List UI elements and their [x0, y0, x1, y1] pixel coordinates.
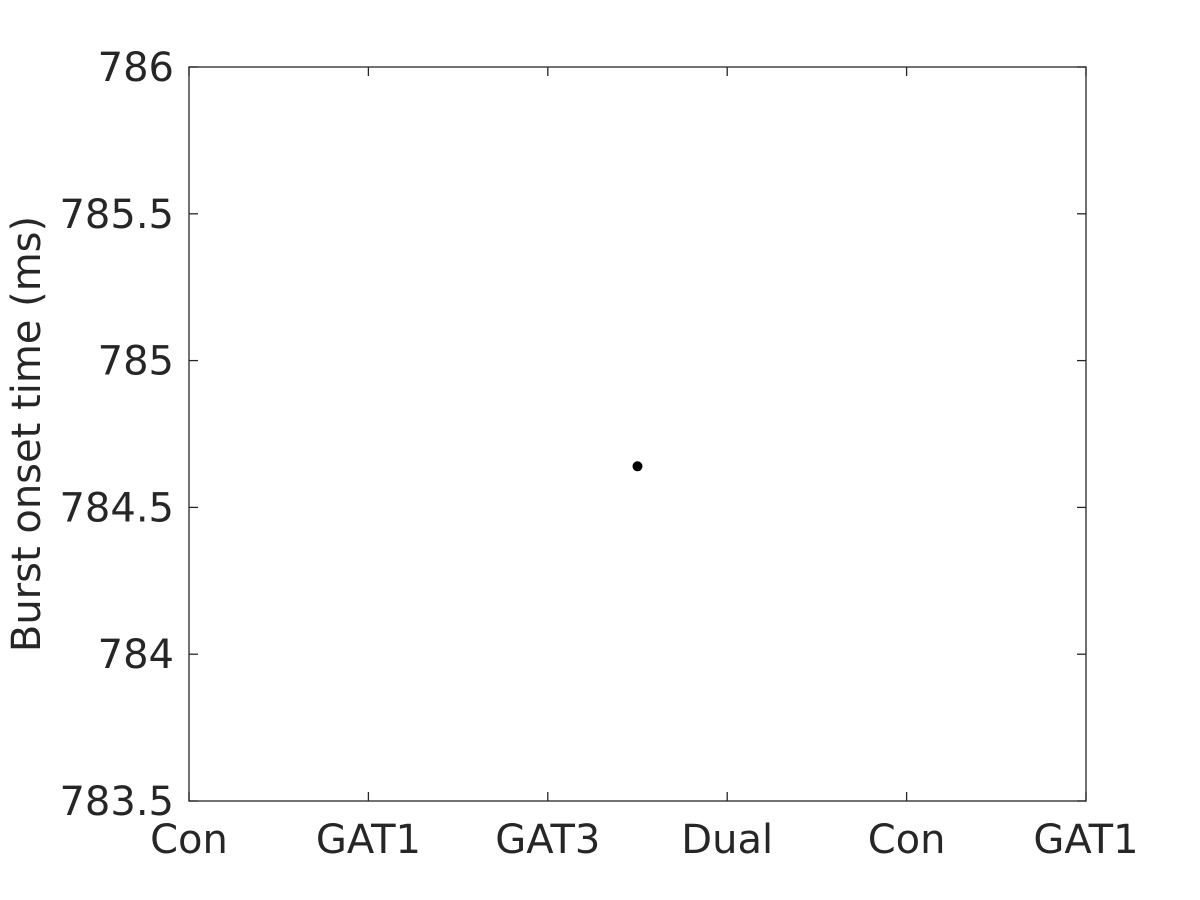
chart: Con GAT1 GAT3 Dual Con GAT1 783.5784784.57857…	[4, 45, 1139, 863]
y-tick-label: 785	[98, 339, 174, 385]
x-tick-label: GAT3	[495, 817, 600, 863]
y-axis-label: Burst onset time (ms)	[4, 216, 50, 652]
y-tick-label: 784.5	[59, 485, 174, 531]
data-points	[632, 461, 643, 472]
x-tick-label: GAT1	[1033, 817, 1138, 863]
plot-area	[189, 67, 1086, 801]
x-tick-label: Dual	[681, 817, 773, 863]
x-tick-label: GAT1	[316, 817, 421, 863]
y-tick-labels: 783.5 784 784.5 785 785.5 786	[59, 45, 174, 825]
y-tick-label: 783.5	[59, 779, 174, 825]
y-tick-label: 784	[98, 632, 174, 678]
x-tick-labels: Con GAT1 GAT3 Dual Con GAT1	[150, 817, 1138, 863]
y-tick-label: 786	[98, 45, 174, 91]
x-tick-label: Con	[868, 817, 946, 863]
data-point	[632, 461, 643, 472]
y-tick-label: 785.5	[59, 192, 174, 238]
